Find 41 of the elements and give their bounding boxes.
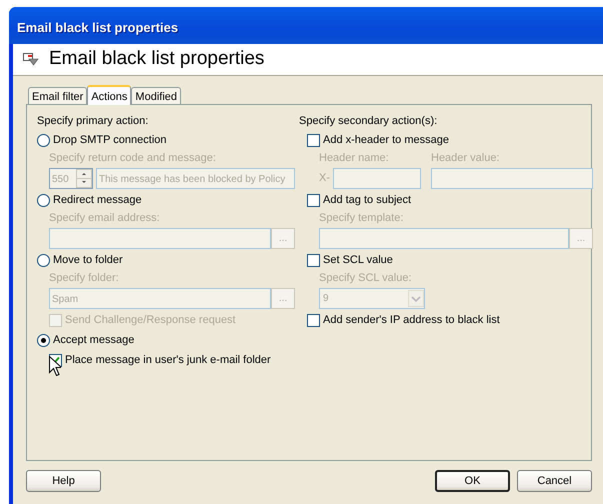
filter-icon (23, 53, 39, 66)
field-caption: Header name: (319, 151, 390, 166)
field-caption: Specify template: (319, 211, 404, 226)
section-label: Specify primary action: (37, 114, 150, 130)
radio-button[interactable] (37, 334, 50, 346)
checkbox[interactable] (307, 314, 320, 326)
checkbox-label: Set SCL value (323, 252, 393, 268)
checkbox-label: Add tag to subject (323, 192, 412, 208)
radio-button[interactable] (37, 254, 50, 266)
checkbox[interactable] (307, 254, 320, 266)
input-field[interactable] (333, 168, 421, 189)
radio-label: Redirect message (53, 192, 142, 208)
tab[interactable]: Modified (131, 87, 181, 104)
dialog-button[interactable]: Cancel (517, 470, 592, 492)
radio-button[interactable] (37, 134, 50, 146)
checkbox-label: Send Challenge/Response request (65, 312, 236, 328)
dialog-button[interactable]: Help (26, 470, 101, 492)
field-prefix: X- (319, 171, 330, 186)
radio-label: Drop SMTP connection (53, 132, 167, 148)
field-caption: Specify return code and message: (49, 151, 217, 166)
tab[interactable]: Actions (87, 85, 132, 105)
radio-button[interactable] (37, 194, 50, 206)
field-caption: Header value: (431, 151, 500, 166)
chevron-icon (408, 290, 424, 307)
field-caption: Specify folder: (49, 271, 120, 286)
cursor-icon (49, 356, 61, 376)
input-field[interactable] (431, 168, 593, 189)
checkbox-label: Place message in user's junk e-mail folder (65, 352, 271, 368)
checkbox[interactable] (307, 194, 320, 206)
radio-label: Move to folder (53, 252, 123, 268)
window-title: Email black list properties (9, 7, 603, 44)
checkbox-label: Add x-header to message (323, 132, 449, 148)
dialog-heading: Email black list properties (49, 47, 264, 72)
section-label: Specify secondary action(s): (299, 114, 438, 130)
dialog-button[interactable]: OK (435, 470, 510, 492)
field-caption: Specify email address: (49, 211, 161, 226)
radio-label: Accept message (53, 332, 134, 348)
field-caption: Specify SCL value: (319, 271, 413, 286)
checkbox[interactable] (307, 134, 320, 146)
tab[interactable]: Email filter (28, 87, 88, 104)
checkbox-label: Add sender's IP address to black list (323, 312, 500, 328)
